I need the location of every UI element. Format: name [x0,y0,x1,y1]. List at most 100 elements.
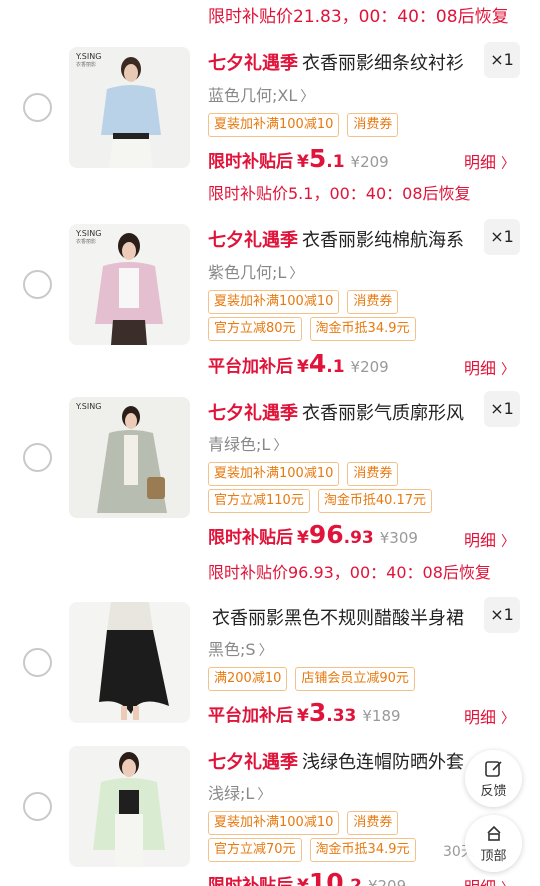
tag-row: 夏装加补满100减10 消费券 [208,811,399,835]
product-image[interactable]: Y.SING [69,397,190,518]
sku-selector[interactable]: 蓝色几何;XL 〉 [208,82,314,106]
promo-tag: 夏装加补满100减10 [208,811,340,835]
chevron-right-icon: 〉 [300,89,315,105]
select-radio[interactable] [23,648,52,677]
feedback-button[interactable]: 反馈 [465,750,522,807]
chevron-right-icon: 〉 [289,266,304,282]
promo-tag: 官方立减80元 [208,317,302,341]
sku-selector[interactable]: 浅绿;L 〉 [208,780,271,804]
promo-tag: 消费券 [347,290,399,314]
promo-tag: 满200减10 [208,667,288,691]
brand-logo: Y.SING 衣香丽影 [76,52,102,68]
promo-tag: 消费券 [347,113,399,137]
chevron-right-icon: 〉 [501,711,516,727]
product-image[interactable]: Y.SING 衣香丽影 [69,224,190,345]
tag-row: 夏装加补满100减10 消费券 [208,113,399,137]
quantity-button[interactable]: ×1 [484,391,520,427]
price-line: 平台加补后 ¥ 3 .33 ¥189 [208,698,401,727]
select-radio[interactable] [23,93,52,122]
price-line: 限时补贴后 ¥ 5 .1 ¥209 [208,144,389,173]
restore-text: 限时补贴价5.1，00：40：08后恢复 [208,184,471,203]
original-price: ¥209 [350,153,389,171]
tag-row: 夏装加补满100减10 消费券 [208,462,399,486]
quantity-button[interactable]: ×1 [484,219,520,255]
promo-tag: 淘金币抵40.17元 [317,489,433,513]
product-name: 浅绿色连帽防晒外套 [302,752,464,773]
detail-link[interactable]: 明细〉 [464,149,515,173]
price-decimal: .2 [343,876,362,886]
back-to-top-label: 顶部 [480,849,507,864]
brand-logo: Y.SING 衣香丽影 [76,229,102,245]
product-name: 衣香丽影细条纹衬衫 [302,53,464,74]
brand-logo: Y.SING [76,402,102,411]
price-decimal: .93 [343,528,374,548]
promo-tag: 夏装加补满100减10 [208,462,340,486]
select-radio[interactable] [23,792,52,821]
detail-link[interactable]: 明细〉 [464,527,515,551]
promo-label: 七夕礼遇季 [208,403,298,424]
chevron-right-icon: 〉 [273,438,288,454]
price-currency: ¥ [297,876,309,886]
sku-selector[interactable]: 青绿色;L 〉 [208,431,287,455]
promo-tag: 官方立减70元 [208,838,302,862]
price-label: 限时补贴后 [208,152,293,172]
product-image[interactable] [69,746,190,867]
chevron-right-icon: 〉 [501,362,516,378]
tag-row: 官方立减70元 淘金币抵34.9元 [208,838,416,862]
original-price: ¥309 [379,529,418,547]
price-currency: ¥ [297,528,309,548]
feedback-icon [484,761,502,777]
promo-tag: 淘金币抵34.9元 [309,838,416,862]
tag-row: 夏装加补满100减10 消费券 [208,290,399,314]
price-integer: 10 [308,868,344,886]
product-name: 衣香丽影气质廓形风 [302,403,464,424]
restore-text: 限时补贴价96.93，00：40：08后恢复 [208,563,491,582]
detail-link[interactable]: 明细〉 [464,355,515,379]
feedback-label: 反馈 [480,784,507,799]
price-decimal: .1 [326,357,345,377]
tag-row: 官方立减80元 淘金币抵34.9元 [208,317,416,341]
original-price: ¥209 [350,358,389,376]
price-currency: ¥ [297,357,309,377]
product-image[interactable] [69,602,190,723]
product-title[interactable]: 衣香丽影黑色不规则醋酸半身裙 [208,604,473,630]
price-decimal: .1 [326,152,345,172]
back-to-top-button[interactable]: 顶部 [465,815,522,872]
select-radio[interactable] [23,270,52,299]
sku-selector[interactable]: 紫色几何;L 〉 [208,259,303,283]
price-line: 限时补贴后 ¥ 10 .2 ¥209 [208,868,406,886]
price-currency: ¥ [297,706,309,726]
price-currency: ¥ [297,152,309,172]
promo-tag: 消费券 [347,462,399,486]
product-name: 衣香丽影黑色不规则醋酸半身裙 [212,608,464,629]
detail-link[interactable]: 明细〉 [464,704,515,728]
select-radio[interactable] [23,443,52,472]
price-line: 限时补贴后 ¥ 96 .93 ¥309 [208,520,418,549]
price-line: 平台加补后 ¥ 4 .1 ¥209 [208,349,389,378]
price-label: 限时补贴后 [208,528,293,548]
original-price: ¥209 [367,877,407,886]
promo-label: 七夕礼遇季 [208,230,298,251]
detail-link[interactable]: 明细〉 [464,874,515,886]
chevron-right-icon: 〉 [501,156,516,172]
price-integer: 5 [308,144,327,173]
price-label: 限时补贴后 [208,876,293,886]
chevron-right-icon: 〉 [257,787,272,803]
price-integer: 96 [308,520,344,549]
promo-tag: 淘金币抵34.9元 [309,317,416,341]
promo-tag: 店铺会员立减90元 [295,667,415,691]
product-title[interactable]: 七夕礼遇季 衣香丽影细条纹衬衫 [208,49,473,75]
product-image[interactable]: Y.SING 衣香丽影 [69,47,190,168]
product-title[interactable]: 七夕礼遇季 衣香丽影纯棉航海系 [208,226,473,252]
tag-row: 满200减10 店铺会员立减90元 [208,667,415,691]
sku-selector[interactable]: 黑色;S 〉 [208,636,273,660]
arrow-up-icon [486,825,501,841]
top-restore-text: 限时补贴价21.83，00：40：08后恢复 [208,7,509,27]
product-title[interactable]: 七夕礼遇季 衣香丽影气质廓形风 [208,399,473,425]
product-title[interactable]: 七夕礼遇季 浅绿色连帽防晒外套 [208,748,473,774]
promo-tag: 夏装加补满100减10 [208,113,340,137]
chevron-right-icon: 〉 [501,534,516,550]
price-label: 平台加补后 [208,706,293,726]
quantity-button[interactable]: ×1 [484,42,520,78]
quantity-button[interactable]: ×1 [484,597,520,633]
